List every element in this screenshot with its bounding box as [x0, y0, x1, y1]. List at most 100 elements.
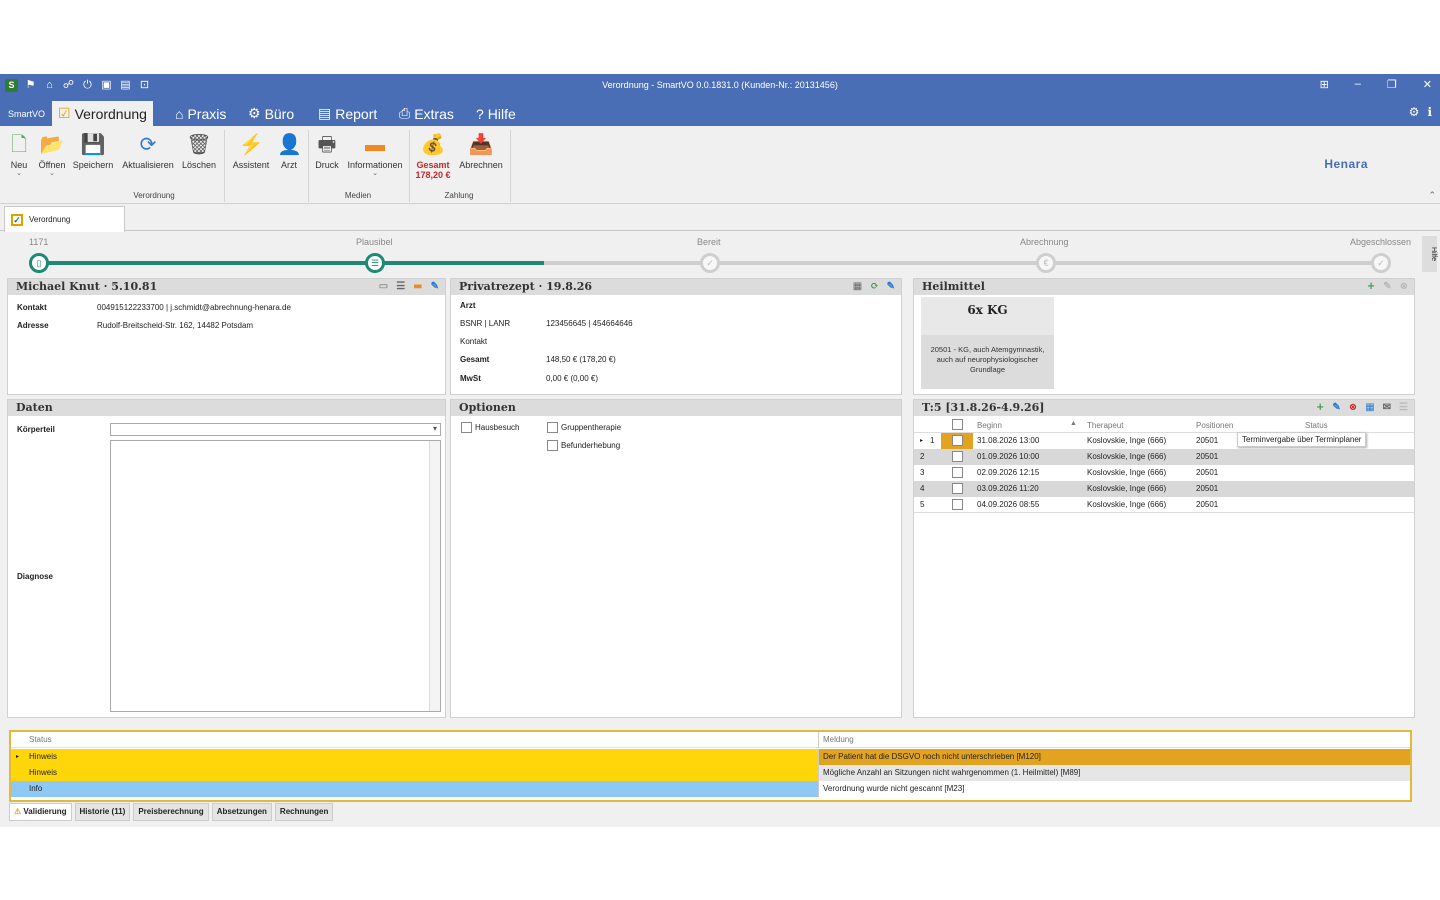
daten-header: Daten	[8, 400, 445, 416]
edit-icon[interactable]: ✎	[1332, 400, 1340, 416]
tab-verordnung[interactable]: ☑ Verordnung	[52, 101, 153, 126]
validation-row[interactable]: ▸ Hinweis Der Patient hat die DSGVO noch…	[11, 749, 1410, 765]
row-beginn: 02.09.2026 12:15	[977, 468, 1040, 477]
koerperteil-label: Körperteil	[17, 425, 55, 434]
termine-actions: + ✎ ⊗ ▦ ✉ ☰	[1316, 400, 1408, 416]
minimize-button[interactable]: –	[1355, 78, 1361, 91]
col-positionen[interactable]: Positionen	[1196, 421, 1233, 430]
edit-icon[interactable]: ✎	[431, 279, 439, 295]
tab-document-verordnung[interactable]: ✓ Verordnung	[4, 206, 125, 232]
new-document-icon: 🗋	[10, 134, 28, 156]
collapse-ribbon-icon[interactable]: ⌃	[1428, 190, 1436, 201]
koerperteil-select[interactable]: ▾	[110, 423, 441, 436]
col-therapeut[interactable]: Therapeut	[1087, 421, 1123, 430]
remove-icon[interactable]: ⊗	[1400, 279, 1408, 295]
tab-praxis[interactable]: ⌂ Praxis	[175, 101, 226, 126]
settings-icon[interactable]: ⚙	[1409, 105, 1420, 119]
print-button[interactable]: 🖶 Druck	[312, 132, 342, 170]
tab-report[interactable]: ▤ Report	[318, 101, 377, 126]
select-all-checkbox[interactable]	[952, 419, 963, 430]
tab-preisberechnung[interactable]: Preisberechnung	[133, 803, 209, 821]
hilfe-side-tab[interactable]: Hilfe	[1422, 236, 1437, 272]
checklist-icon: ✓	[11, 213, 23, 226]
close-button[interactable]: ✕	[1423, 78, 1432, 91]
restore-button[interactable]: ❐	[1387, 78, 1397, 91]
abrechnen-button[interactable]: 📥 Abrechnen	[457, 132, 505, 170]
step-label: Plausibel	[356, 237, 393, 247]
informationen-button[interactable]: ▬ Informationen ⌄	[345, 132, 405, 178]
refresh-label: Aktualisieren	[122, 160, 174, 170]
row-checkbox[interactable]	[952, 483, 963, 494]
row-checkbox[interactable]	[952, 451, 963, 462]
validation-row[interactable]: Info Verordnung wurde nicht gescannt [M2…	[11, 781, 1410, 797]
table-row[interactable]: 4 03.09.2026 11:20 Koslovskie, Inge (666…	[914, 481, 1414, 497]
delete-button[interactable]: 🗑 Löschen	[180, 132, 218, 170]
info-icon[interactable]: ℹ	[1427, 105, 1432, 119]
tab-absetzungen[interactable]: Absetzungen	[211, 803, 272, 821]
row-checkbox[interactable]	[952, 467, 963, 478]
refresh-button[interactable]: ⟳ Aktualisieren	[120, 132, 176, 170]
layout-button[interactable]: ⊞	[1320, 78, 1329, 91]
save-button[interactable]: 💾 Speichern	[71, 132, 115, 170]
adresse-label: Adresse	[17, 321, 49, 330]
validation-row[interactable]: Hinweis Mögliche Anzahl an Sitzungen nic…	[11, 765, 1410, 781]
list-icon[interactable]: ☰	[1399, 400, 1408, 416]
add-icon[interactable]: +	[1367, 279, 1375, 295]
mail-icon[interactable]: ✉	[1383, 400, 1391, 416]
arzt-button[interactable]: 👤 Arzt	[277, 132, 302, 170]
row-indicator-icon: ▸	[920, 438, 924, 444]
diagnose-textarea[interactable]	[110, 440, 441, 712]
new-dropdown-icon: ⌄	[16, 170, 22, 177]
menu-app[interactable]: SmartVO	[8, 101, 45, 126]
validation-status: Info	[11, 781, 818, 797]
table-row[interactable]: ▸ 1 31.08.2026 13:00 Koslovskie, Inge (6…	[914, 432, 1414, 449]
tab-extras[interactable]: ⎙ Extras	[399, 101, 454, 126]
step-node-abrechnung[interactable]: €	[1036, 253, 1056, 273]
gesamt-button[interactable]: 💰 Gesamt 178,20 €	[413, 132, 453, 180]
edit-icon[interactable]: ✎	[1383, 279, 1391, 295]
col-status[interactable]: Status	[1305, 421, 1328, 430]
tab-historie[interactable]: Historie (11)	[74, 803, 131, 821]
table-row[interactable]: 5 04.09.2026 08:55 Koslovskie, Inge (666…	[914, 497, 1414, 513]
edit-icon[interactable]: ✎	[887, 279, 895, 295]
calendar-icon[interactable]: ▦	[853, 279, 862, 295]
row-checkbox[interactable]	[952, 499, 963, 510]
card-icon[interactable]: ▭	[379, 279, 388, 295]
diagnose-scrollbar[interactable]	[429, 441, 440, 711]
open-button[interactable]: 📂 Öffnen ⌄	[36, 132, 68, 178]
heilmittel-tile-desc: 20501 - KG, auch Atemgymnastik, auch auf…	[930, 345, 1045, 374]
new-button[interactable]: 🗋 Neu ⌄	[8, 132, 30, 178]
tab-validierung[interactable]: ⚠ Validierung	[9, 803, 72, 821]
col-meldung[interactable]: Meldung	[818, 732, 1410, 748]
hausbesuch-checkbox[interactable]	[461, 422, 472, 433]
ribbon-separator	[224, 130, 225, 202]
status-progress: 1171 Plausibel Bereit Abrechnung Abgesch…	[0, 232, 1440, 276]
step-node-bereit[interactable]: ✓	[700, 253, 720, 273]
assistent-button[interactable]: ⚡ Assistent	[230, 132, 272, 170]
tab-buero[interactable]: ⚙ Büro	[248, 101, 294, 126]
step-label: Abgeschlossen	[1350, 237, 1412, 247]
table-row[interactable]: 3 02.09.2026 12:15 Koslovskie, Inge (666…	[914, 465, 1414, 481]
tab-hilfe[interactable]: ? Hilfe	[476, 101, 516, 126]
col-status[interactable]: Status	[11, 732, 818, 748]
step-node-current[interactable]: ☰	[365, 253, 385, 273]
col-beginn[interactable]: Beginn	[977, 421, 1002, 430]
befunderhebung-checkbox[interactable]	[547, 440, 558, 451]
tab-rechnungen[interactable]: Rechnungen	[274, 803, 334, 821]
folder-icon: 📂	[39, 134, 65, 156]
sort-asc-icon: ▲	[1070, 420, 1077, 427]
step-node-abgeschlossen[interactable]: ✓	[1371, 253, 1391, 273]
add-icon[interactable]: +	[1316, 400, 1324, 416]
gruppentherapie-checkbox[interactable]	[547, 422, 558, 433]
heilmittel-tile[interactable]: 6x KG 20501 - KG, auch Atemgymnastik, au…	[921, 297, 1054, 389]
validation-header: Status Meldung	[11, 732, 1410, 748]
list-icon[interactable]: ☰	[396, 279, 405, 295]
row-nr: 5	[920, 500, 925, 509]
comment-icon[interactable]: ▬	[413, 279, 422, 295]
refresh-icon[interactable]: ⟳	[870, 279, 878, 295]
table-row[interactable]: 2 01.09.2026 10:00 Koslovskie, Inge (666…	[914, 449, 1414, 465]
calendar-icon[interactable]: ▦	[1365, 400, 1374, 416]
delete-icon[interactable]: ⊗	[1349, 400, 1357, 416]
step-node-done[interactable]: ▯	[29, 253, 49, 273]
row-checkbox[interactable]	[952, 435, 963, 446]
